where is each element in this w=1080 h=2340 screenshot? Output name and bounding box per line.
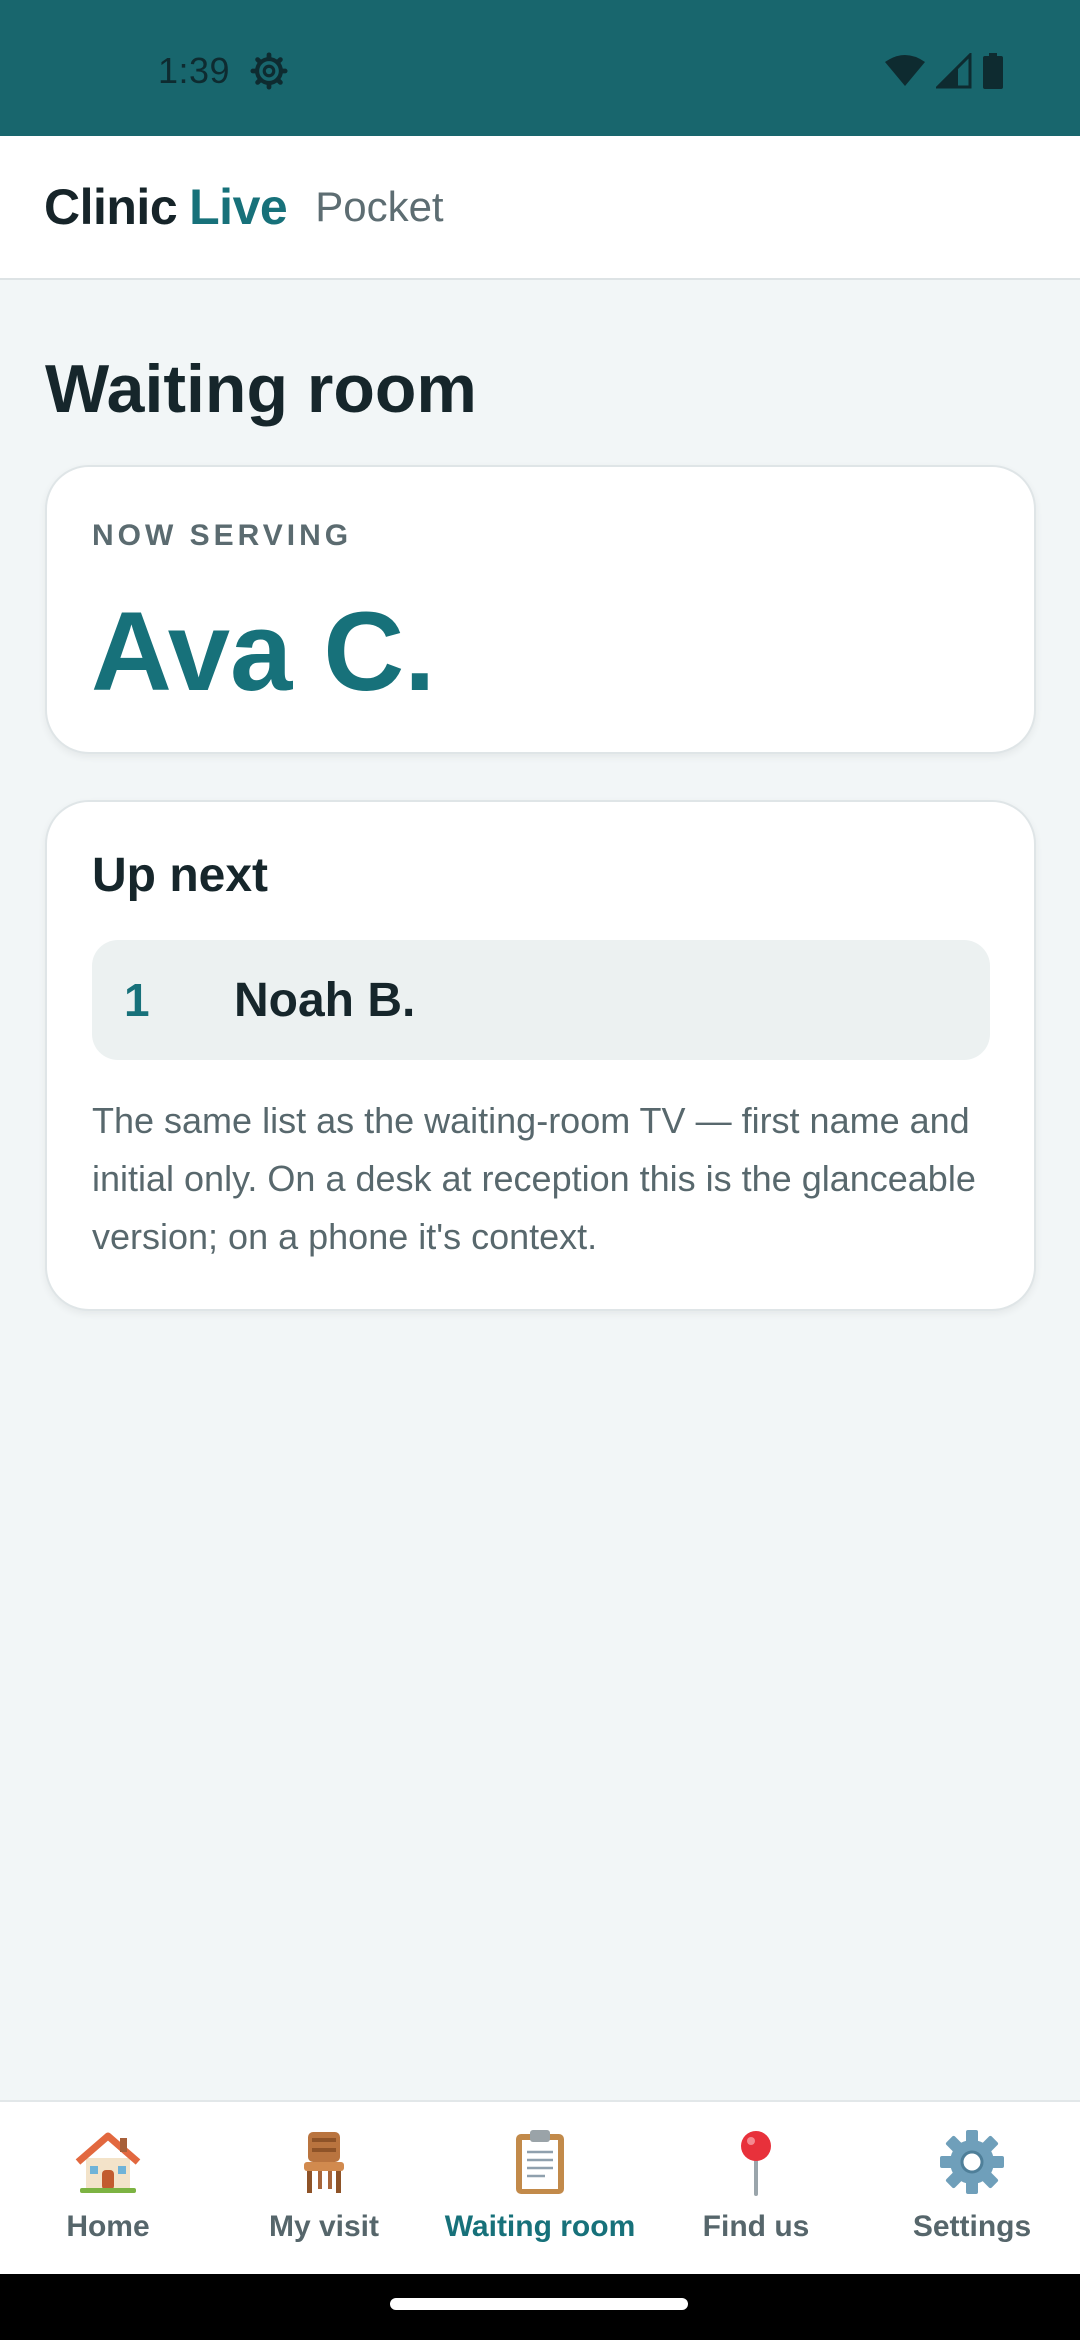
brand-suffix: Pocket	[315, 183, 444, 230]
nav-item-my-visit[interactable]: My visit	[216, 2102, 432, 2274]
battery-icon	[983, 53, 1003, 89]
home-gesture-handle[interactable]	[390, 2298, 688, 2310]
chair-icon	[304, 2132, 344, 2193]
nav-item-find-us[interactable]: Find us	[648, 2102, 864, 2274]
app-bar: Clinic Live Pocket	[0, 136, 1080, 280]
status-bar: 1:39	[0, 0, 1080, 136]
nav-item-waiting-room[interactable]: Waiting room	[432, 2102, 648, 2274]
location-pin-icon	[741, 2131, 771, 2196]
now-serving-name: Ava C.	[91, 589, 436, 714]
status-time: 1:39	[158, 50, 231, 91]
gear-icon	[940, 2130, 1004, 2194]
nav-item-settings[interactable]: Settings	[864, 2102, 1080, 2274]
wifi-icon	[885, 55, 925, 86]
status-icons	[884, 52, 1004, 90]
settings-gear-icon	[250, 52, 288, 90]
now-serving-card: NOW SERVING Ava C.	[45, 465, 1036, 754]
queue-position: 1	[124, 974, 150, 1026]
clipboard-icon	[516, 2130, 564, 2194]
bottom-nav: Home My visit Waiting room Find us Setti…	[0, 2100, 1080, 2274]
up-next-title: Up next	[92, 849, 269, 902]
up-next-card: Up next 1 Noah B. The same list as the w…	[45, 800, 1036, 1311]
nav-label-waiting-room: Waiting room	[444, 2210, 636, 2243]
nav-label-settings: Settings	[912, 2210, 1032, 2243]
nav-label-my-visit: My visit	[268, 2210, 380, 2243]
queue-patient-name: Noah B.	[234, 973, 416, 1027]
nav-label-home: Home	[66, 2210, 150, 2243]
nav-label-find-us: Find us	[702, 2210, 810, 2243]
now-serving-label: NOW SERVING	[92, 519, 353, 552]
brand-logo-accent: Live	[189, 179, 288, 235]
cellular-signal-icon	[936, 53, 972, 89]
up-next-description: The same list as the waiting-room TV — f…	[92, 1100, 976, 1257]
page-title: Waiting room	[45, 351, 477, 427]
house-icon	[75, 2132, 141, 2193]
nav-item-home[interactable]: Home	[0, 2102, 216, 2274]
brand-logo-primary: Clinic	[44, 179, 178, 235]
queue-list-item: 1 Noah B.	[92, 940, 990, 1060]
